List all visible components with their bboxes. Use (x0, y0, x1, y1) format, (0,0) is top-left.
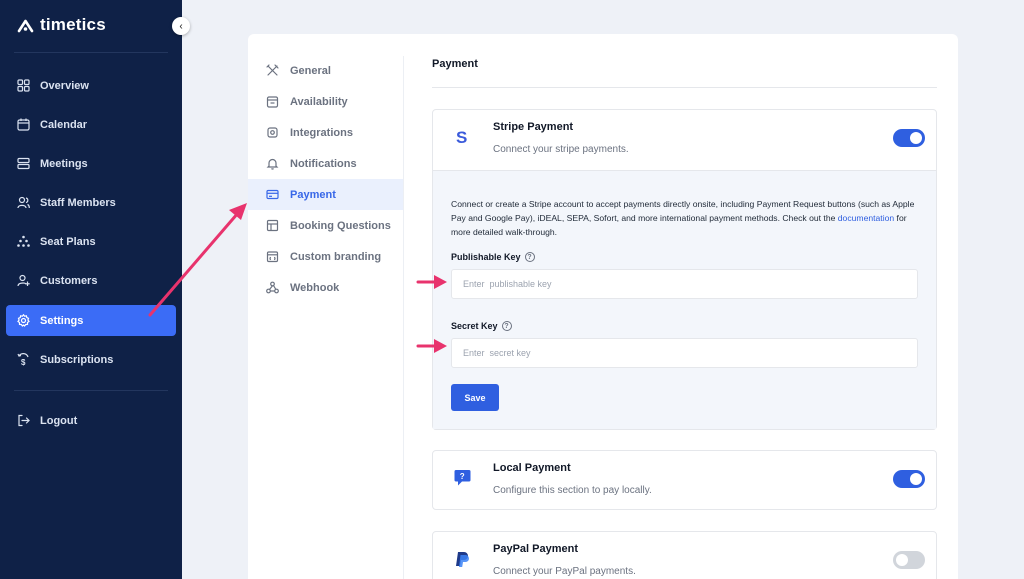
paypal-payment-title: PayPal Payment (493, 543, 578, 555)
settings-nav-label: Booking Questions (290, 219, 391, 232)
sidebar-item-label: Overview (40, 79, 89, 92)
sidebar-item-label: Calendar (40, 118, 88, 131)
settings-nav-general[interactable]: General (248, 55, 403, 86)
sidebar-item-subscriptions[interactable]: $ Subscriptions (6, 344, 176, 375)
stripe-payment-description: Connect your stripe payments. (493, 144, 629, 155)
settings-nav-availability[interactable]: Availability (248, 86, 403, 117)
publishable-key-input[interactable] (451, 269, 918, 299)
publishable-key-label-text: Publishable Key (451, 252, 521, 262)
svg-text:?: ? (459, 472, 464, 481)
sidebar-item-label: Staff Members (40, 196, 116, 209)
documentation-link[interactable]: documentation (838, 213, 894, 223)
settings-nav-booking-questions[interactable]: Booking Questions (248, 210, 403, 241)
local-payment-header: ? Local Payment Configure this section t… (433, 451, 936, 511)
settings-nav-label: Integrations (290, 126, 353, 139)
webhook-icon (265, 281, 279, 295)
svg-text:$: $ (21, 358, 26, 366)
settings-nav-label: Webhook (290, 281, 340, 294)
sidebar-item-label: Settings (40, 314, 84, 327)
sidebar-item-meetings[interactable]: Meetings (6, 148, 176, 179)
logout-icon (16, 414, 30, 428)
secret-key-label: Secret Key ? (451, 321, 512, 331)
logo-icon (17, 19, 34, 32)
local-payment-toggle[interactable] (893, 470, 925, 488)
calendar-icon (265, 95, 279, 109)
secret-key-label-text: Secret Key (451, 321, 498, 331)
collapse-sidebar-button[interactable]: ‹ (172, 17, 190, 35)
chat-question-icon: ? (453, 468, 471, 488)
svg-text:S: S (456, 128, 467, 146)
settings-nav-label: Availability (290, 95, 348, 108)
paypal-payment-panel: PayPal Payment Connect your PayPal payme… (432, 531, 937, 579)
sidebar-item-settings[interactable]: Settings (6, 305, 176, 336)
sidebar-item-staff-members[interactable]: Staff Members (6, 187, 176, 218)
paypal-payment-header: PayPal Payment Connect your PayPal payme… (433, 532, 936, 579)
stripe-payment-toggle[interactable] (893, 129, 925, 147)
sidebar-item-customers[interactable]: Customers (6, 265, 176, 296)
stripe-payment-header: S Stripe Payment Connect your stripe pay… (433, 110, 936, 170)
settings-nav-integrations[interactable]: Integrations (248, 117, 403, 148)
bell-icon (265, 157, 279, 171)
settings-nav-notifications[interactable]: Notifications (248, 148, 403, 179)
brand-icon (265, 250, 279, 264)
logout-label: Logout (40, 414, 78, 427)
chip-icon (265, 126, 279, 140)
sidebar-item-overview[interactable]: Overview (6, 70, 176, 101)
help-icon[interactable]: ? (524, 252, 535, 262)
secret-key-input[interactable] (451, 338, 918, 368)
customer-icon (16, 274, 30, 288)
settings-card: General Availability Integrations Notifi… (248, 34, 958, 579)
gear-icon (16, 314, 30, 328)
seat-icon (16, 235, 30, 249)
settings-nav-label: Payment (290, 188, 336, 201)
divider (403, 56, 404, 579)
arrow-head (229, 203, 247, 220)
divider (432, 87, 937, 88)
settings-nav-payment[interactable]: Payment (248, 179, 403, 210)
table-icon (265, 219, 279, 233)
paypal-payment-description: Connect your PayPal payments. (493, 566, 636, 577)
settings-nav-label: General (290, 64, 331, 77)
local-payment-panel: ? Local Payment Configure this section t… (432, 450, 937, 510)
stripe-settings-body: Connect or create a Stripe account to ac… (433, 170, 936, 429)
divider (14, 52, 168, 53)
users-icon (16, 196, 30, 210)
paypal-payment-toggle[interactable] (893, 551, 925, 569)
sidebar-item-seat-plans[interactable]: Seat Plans (6, 226, 176, 257)
page-title: Payment (432, 58, 478, 70)
card-icon (265, 188, 279, 202)
sidebar-item-label: Meetings (40, 157, 88, 170)
sidebar-item-label: Subscriptions (40, 353, 114, 366)
sidebar-item-calendar[interactable]: Calendar (6, 109, 176, 140)
sidebar: timetics Overview Calendar Meetings Staf… (0, 0, 182, 579)
grid-icon (16, 79, 30, 93)
settings-nav-label: Notifications (290, 157, 357, 170)
settings-nav-label: Custom branding (290, 250, 382, 263)
tools-icon (265, 64, 279, 78)
chevron-left-icon: ‹ (179, 20, 183, 32)
sidebar-item-label: Customers (40, 274, 98, 287)
paypal-icon (453, 549, 471, 569)
stripe-info-text: Connect or create a Stripe account to ac… (451, 197, 926, 239)
calendar-icon (16, 118, 30, 132)
stripe-payment-title: Stripe Payment (493, 121, 574, 133)
stripe-payment-panel: S Stripe Payment Connect your stripe pay… (432, 109, 937, 430)
brand-name: timetics (40, 15, 106, 34)
local-payment-title: Local Payment (493, 462, 571, 474)
dollar-icon: $ (16, 353, 30, 367)
logout-button[interactable]: Logout (6, 405, 176, 436)
save-button[interactable]: Save (451, 384, 499, 411)
logo[interactable]: timetics (17, 15, 106, 35)
help-icon[interactable]: ? (501, 321, 512, 331)
settings-nav-custom-branding[interactable]: Custom branding (248, 241, 403, 272)
publishable-key-label: Publishable Key ? (451, 252, 535, 262)
settings-nav-webhook[interactable]: Webhook (248, 272, 403, 303)
divider (14, 390, 168, 391)
sidebar-item-label: Seat Plans (40, 235, 96, 248)
local-payment-description: Configure this section to pay locally. (493, 485, 652, 496)
stack-icon (16, 157, 30, 171)
stripe-icon: S (453, 127, 471, 147)
